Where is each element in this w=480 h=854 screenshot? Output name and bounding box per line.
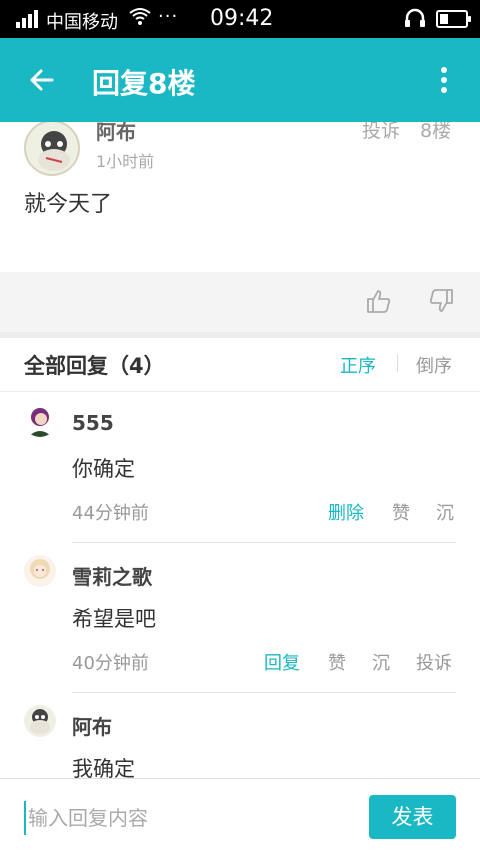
reply-text: 我确定 — [72, 757, 135, 778]
original-post: 阿布 1小时前 投诉 8楼 就今天了 — [0, 122, 480, 272]
post-content: 就今天了 — [24, 192, 113, 217]
reply-author[interactable]: 阿布 — [72, 711, 112, 740]
battery-icon — [436, 10, 471, 28]
more-vert-icon[interactable] — [430, 60, 458, 100]
reply-text: 你确定 — [72, 457, 135, 481]
reply-time: 40分钟前 — [72, 653, 149, 674]
app-bar: 回复8楼 — [0, 38, 480, 122]
sort-descending-button[interactable]: 倒序 — [416, 352, 452, 378]
avatar[interactable] — [24, 555, 56, 587]
clock: 09:42 — [210, 6, 274, 31]
sink-button[interactable]: 沉 — [372, 649, 390, 675]
like-button[interactable]: 赞 — [392, 499, 410, 525]
sort-ascending-button[interactable]: 正序 — [340, 352, 376, 378]
post-action-bar — [0, 272, 480, 332]
reply-button[interactable]: 回复 — [264, 649, 300, 675]
signal-icon — [16, 10, 40, 28]
replies-count-title: 全部回复（4） — [24, 354, 165, 378]
reply-author[interactable]: 雪莉之歌 — [72, 561, 152, 590]
report-button[interactable]: 投诉 — [416, 649, 452, 675]
carrier-name: 中国移动 — [46, 12, 118, 33]
like-button[interactable]: 赞 — [328, 649, 346, 675]
floor-number: 8楼 — [420, 122, 452, 142]
sort-divider — [397, 354, 398, 372]
wifi-icon — [128, 6, 152, 31]
back-arrow-icon[interactable] — [22, 60, 62, 100]
sink-button[interactable]: 沉 — [436, 499, 454, 525]
page-title: 回复8楼 — [92, 67, 196, 100]
reply-item: 雪莉之歌 希望是吧 40分钟前 回复 赞 沉 投诉 — [0, 543, 480, 693]
reply-input-bar: 发表 — [0, 778, 480, 854]
headphone-icon — [404, 8, 426, 28]
reply-input[interactable] — [24, 801, 344, 835]
reply-text: 希望是吧 — [72, 607, 156, 631]
reply-time: 44分钟前 — [72, 503, 149, 524]
post-time: 1小时前 — [96, 152, 155, 171]
avatar[interactable] — [24, 405, 56, 437]
reply-item: 阿布 我确定 — [0, 693, 480, 778]
more-notifications-icon: ··· — [158, 6, 179, 27]
thumb-up-icon[interactable] — [366, 288, 392, 314]
send-button[interactable]: 发表 — [369, 795, 456, 839]
status-bar: 中国移动 ··· 09:42 — [0, 0, 480, 38]
replies-header: 全部回复（4） 正序 倒序 — [0, 338, 480, 392]
avatar[interactable] — [24, 122, 80, 176]
delete-button[interactable]: 删除 — [328, 499, 364, 525]
reply-author[interactable]: 555 — [72, 411, 114, 435]
reply-item: 555 你确定 44分钟前 删除 赞 沉 — [0, 393, 480, 543]
report-link[interactable]: 投诉 — [362, 122, 400, 143]
post-author[interactable]: 阿布 — [96, 122, 136, 145]
thumb-down-icon[interactable] — [428, 288, 454, 314]
avatar[interactable] — [24, 705, 56, 737]
